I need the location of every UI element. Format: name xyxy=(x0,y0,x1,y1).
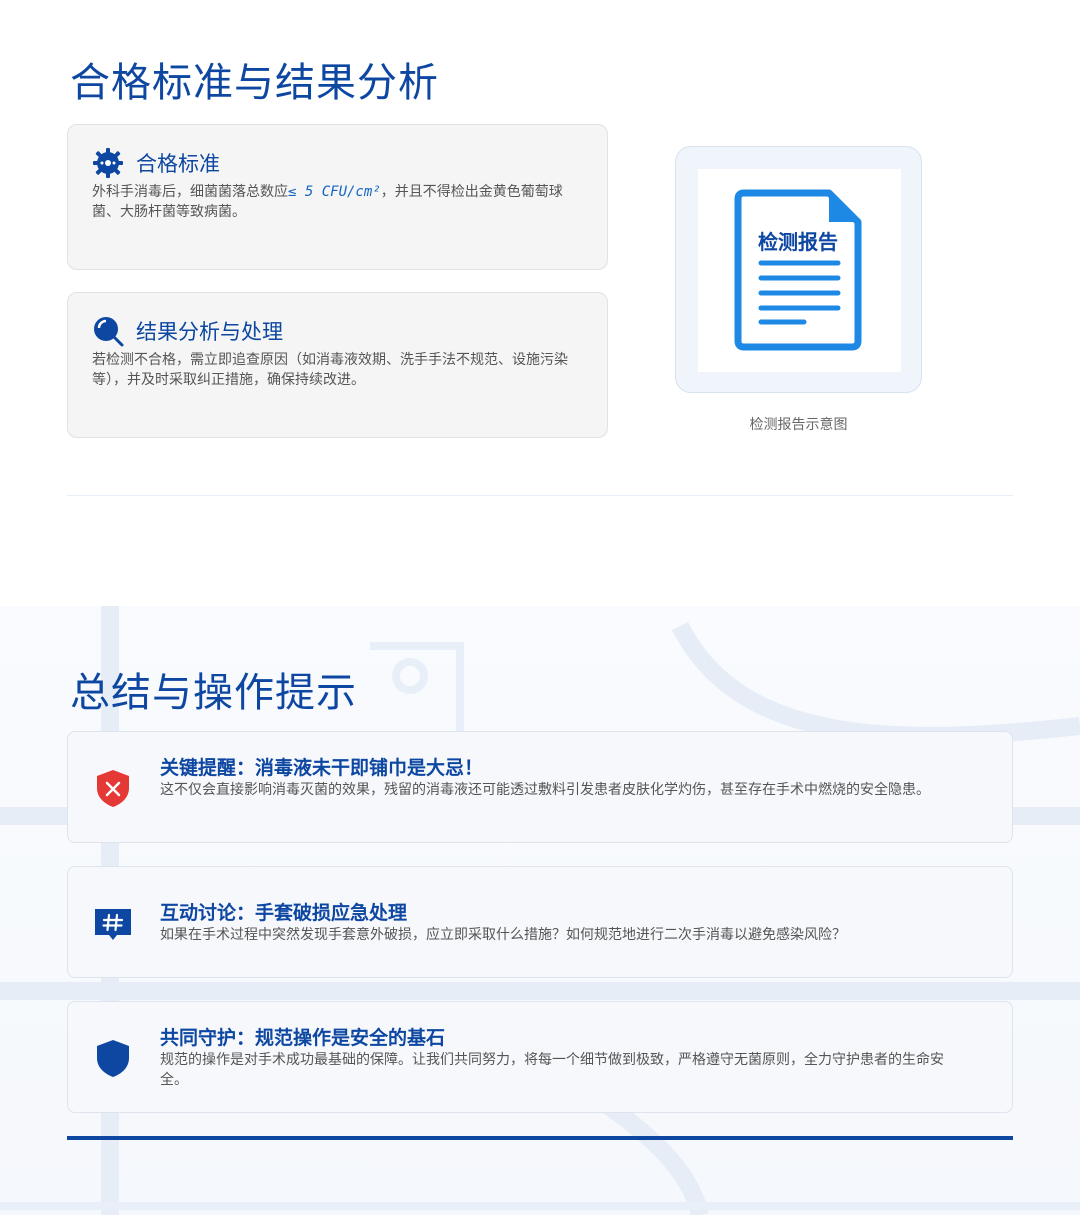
tip-joint-protection: 共同守护：规范操作是安全的基石 规范的操作是对手术成功最基础的保障。让我们共同努… xyxy=(67,1001,1013,1113)
tip-title: 共同守护：规范操作是安全的基石 xyxy=(160,1027,446,1049)
bottom-accent-bar xyxy=(67,1136,1013,1140)
tip-interactive-discussion: 互动讨论：手套破损应急处理 如果在手术过程中突然发现手套意外破损，应立即采取什么… xyxy=(67,866,1013,978)
card-qualification-standard: 合格标准 外科手消毒后，细菌菌落总数应≤ 5 CFU/cm²，并且不得检出金黄色… xyxy=(67,124,608,270)
section-title-standards: 合格标准与结果分析 xyxy=(70,60,439,106)
cfu-limit: ≤ 5 CFU/cm² xyxy=(288,184,381,200)
gear-badge-icon xyxy=(92,147,124,179)
document-label: 检测报告 xyxy=(758,230,838,254)
report-illustration: 检测报告 xyxy=(675,146,922,393)
hashtag-chat-icon xyxy=(94,903,132,943)
shield-x-icon xyxy=(94,768,132,808)
shield-icon xyxy=(94,1038,132,1078)
section-title-summary: 总结与操作提示 xyxy=(70,670,357,716)
tip-text: 规范的操作是对手术成功最基础的保障。让我们共同努力，将每一个细节做到极致，严格遵… xyxy=(160,1052,944,1088)
document-icon: 检测报告 xyxy=(734,189,862,351)
magnifier-icon xyxy=(92,315,124,347)
card-heading-standard: 合格标准 xyxy=(136,152,220,176)
tip-title: 互动讨论：手套破损应急处理 xyxy=(160,902,408,924)
tip-text: 这不仅会直接影响消毒灭菌的效果，残留的消毒液还可能透过敷料引发患者皮肤化学灼伤，… xyxy=(160,782,930,798)
tip-title: 关键提醒：消毒液未干即铺巾是大忌！ xyxy=(160,757,484,779)
card-text-standard: 外科手消毒后，细菌菌落总数应≤ 5 CFU/cm²，并且不得检出金黄色葡萄球菌、… xyxy=(92,184,563,220)
card-heading-analysis: 结果分析与处理 xyxy=(136,320,283,344)
section-divider xyxy=(67,495,1013,496)
tip-key-reminder: 关键提醒：消毒液未干即铺巾是大忌！ 这不仅会直接影响消毒灭菌的效果，残留的消毒液… xyxy=(67,731,1013,843)
report-caption: 检测报告示意图 xyxy=(749,417,848,433)
card-text-analysis: 若检测不合格，需立即追查原因（如消毒液效期、洗手手法不规范、设施污染等），并及时… xyxy=(92,352,568,388)
tip-text: 如果在手术过程中突然发现手套意外破损，应立即采取什么措施？如何规范地进行二次手消… xyxy=(160,927,846,943)
card-result-analysis: 结果分析与处理 若检测不合格，需立即追查原因（如消毒液效期、洗手手法不规范、设施… xyxy=(67,292,608,438)
